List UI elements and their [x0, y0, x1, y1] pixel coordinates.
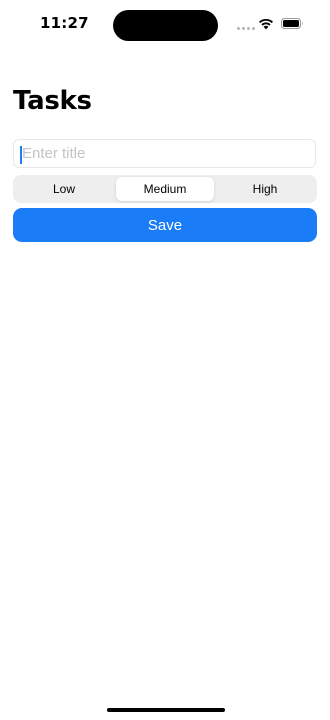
segment-high[interactable]: High — [216, 177, 314, 201]
segment-low[interactable]: Low — [15, 177, 113, 201]
home-indicator[interactable] — [107, 708, 225, 712]
save-button[interactable]: Save — [13, 208, 317, 242]
status-bar: 11:27 — [0, 0, 330, 48]
title-field[interactable] — [13, 139, 316, 168]
battery-icon — [281, 18, 303, 29]
priority-segmented-control[interactable]: Low Medium High — [13, 175, 317, 203]
wifi-icon — [259, 18, 273, 30]
segment-medium[interactable]: Medium — [116, 177, 214, 201]
signal-dots-icon — [237, 27, 255, 31]
status-time: 11:27 — [40, 14, 89, 32]
title-input[interactable] — [22, 140, 307, 167]
dynamic-island — [113, 10, 218, 41]
page-title: Tasks — [13, 86, 92, 116]
